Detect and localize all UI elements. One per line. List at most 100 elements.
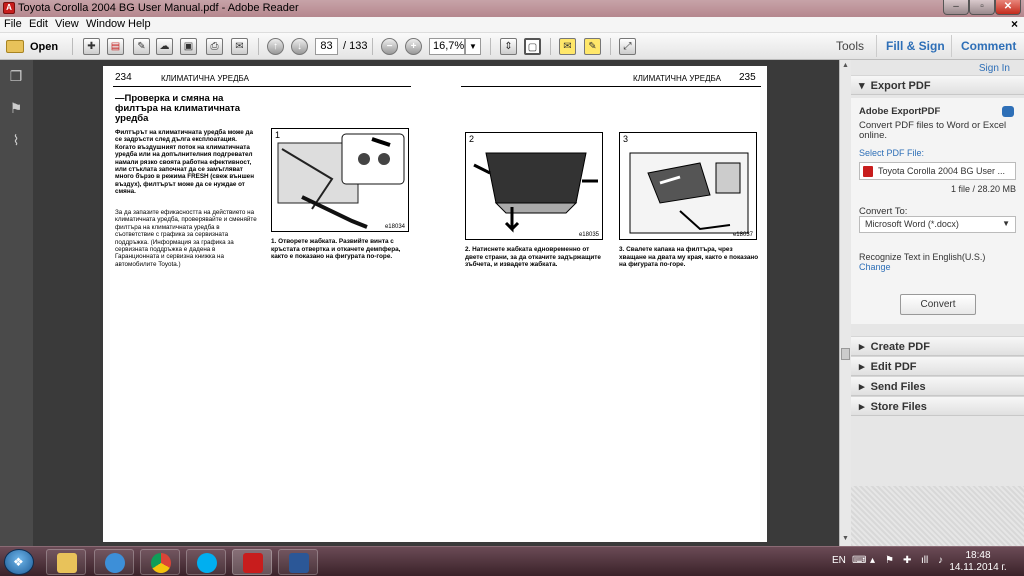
export-pdf-label: Export PDF xyxy=(870,80,931,92)
service-description-2: online. xyxy=(859,130,887,141)
pdf-file-icon xyxy=(863,166,873,177)
internet-explorer-icon xyxy=(105,553,125,573)
tools-pane-button[interactable]: Tools xyxy=(836,39,864,53)
flag-icon[interactable]: ⚑ xyxy=(885,555,894,566)
store-files-header[interactable]: ▸ Store Files xyxy=(851,396,1024,416)
open-button[interactable]: Open xyxy=(6,37,64,56)
comment-button[interactable]: ✉ xyxy=(558,37,577,56)
figure-2-illustration xyxy=(473,152,598,233)
arrow-down-icon: ↓ xyxy=(291,38,308,55)
maximize-button[interactable]: ▫ xyxy=(969,0,995,15)
store-files-label: Store Files xyxy=(870,401,927,413)
menu-file[interactable]: File xyxy=(4,18,22,30)
paragraph: За да запазите ефикасността на действиет… xyxy=(115,209,257,268)
recognize-text-label: Recognize Text in English(U.S.) xyxy=(859,252,986,262)
upload-button[interactable]: ☁ xyxy=(155,37,174,56)
edit-button[interactable]: ✎ xyxy=(132,37,151,56)
selected-file[interactable]: Toyota Corolla 2004 BG User ... xyxy=(859,162,1016,180)
taskbar-word[interactable] xyxy=(278,549,318,575)
export-pdf-button[interactable]: ▤ xyxy=(106,37,125,56)
create-pdf-header[interactable]: ▸ Create PDF xyxy=(851,336,1024,356)
adobe-reader-icon xyxy=(243,553,263,573)
convert-to-value: Microsoft Word (*.docx) xyxy=(865,219,959,229)
page-thumbnails-icon[interactable]: ❐ xyxy=(8,68,24,84)
security-icon[interactable]: ✚ xyxy=(903,555,911,566)
send-files-header[interactable]: ▸ Send Files xyxy=(851,376,1024,396)
page-number: 234 xyxy=(115,72,132,83)
taskbar-ie[interactable] xyxy=(94,549,134,575)
taskbar-skype[interactable] xyxy=(186,549,226,575)
figure-1: 1 e18034 xyxy=(271,128,409,232)
convert-to-select[interactable]: Microsoft Word (*.docx) ▼ xyxy=(859,216,1016,233)
taskbar-adobe-reader[interactable] xyxy=(232,549,272,575)
menu-edit[interactable]: Edit xyxy=(29,18,48,30)
menu-window[interactable]: Window xyxy=(86,18,125,30)
triangle-right-icon: ▸ xyxy=(859,401,865,413)
sign-in-link[interactable]: Sign In xyxy=(979,63,1010,74)
network-icon[interactable]: ıll xyxy=(921,555,928,566)
taskbar-chrome[interactable] xyxy=(140,549,180,575)
close-document-button[interactable]: × xyxy=(1011,17,1018,31)
export-pdf-header[interactable]: ▾ Export PDF xyxy=(851,75,1024,95)
highlight-button[interactable]: ✎ xyxy=(583,37,602,56)
file-info: 1 file / 28.20 MB xyxy=(950,184,1016,194)
figure-code: e18035 xyxy=(578,232,599,238)
file-name: Toyota Corolla 2004 BG User ... xyxy=(878,166,1006,176)
fill-sign-pane-button[interactable]: Fill & Sign xyxy=(886,39,945,53)
start-button[interactable]: ❖ xyxy=(4,549,34,575)
export-pdf-body: Adobe ExportPDF Convert PDF files to Wor… xyxy=(851,98,1024,324)
create-pdf-label: Create PDF xyxy=(870,341,930,353)
zoom-dropdown[interactable]: ▼ xyxy=(465,38,481,55)
page-number-input[interactable]: 83 xyxy=(315,38,338,55)
minimize-button[interactable]: – xyxy=(943,0,969,15)
zoom-in-button[interactable]: + xyxy=(404,37,423,56)
convert-button[interactable]: Convert xyxy=(900,294,976,315)
menu-help[interactable]: Help xyxy=(128,18,151,30)
figure-1-illustration xyxy=(277,133,405,229)
figure-code: e18037 xyxy=(732,232,753,238)
arrow-up-icon: ↑ xyxy=(267,38,284,55)
save-button[interactable]: ▣ xyxy=(179,37,198,56)
adobe-reader-icon: A xyxy=(3,2,15,14)
section-title: —Проверка и смяна на филтъра на климатич… xyxy=(115,93,241,124)
change-link[interactable]: Change xyxy=(859,262,891,272)
taskbar-explorer[interactable] xyxy=(46,549,86,575)
next-page-button[interactable]: ↓ xyxy=(290,37,309,56)
open-label: Open xyxy=(30,40,59,53)
figure-2: 2 e18035 xyxy=(465,132,603,240)
scroll-up-icon[interactable]: ▲ xyxy=(842,62,849,69)
fit-page-button[interactable]: ▢ xyxy=(523,37,542,56)
chrome-icon xyxy=(151,553,171,573)
scroll-thumb[interactable] xyxy=(841,348,850,360)
cloud-upload-icon: ☁ xyxy=(156,38,173,55)
zoom-input[interactable]: 16,7% xyxy=(429,38,465,55)
scrolling-mode-button[interactable]: ⇕ xyxy=(499,37,518,56)
language-indicator[interactable]: EN xyxy=(832,555,846,566)
show-hidden-icons[interactable]: ▴ xyxy=(870,555,875,566)
print-button[interactable]: ⎙ xyxy=(205,37,224,56)
page-header: КЛИМАТИЧНА УРЕДБА xyxy=(633,74,721,83)
keyboard-icon[interactable]: ⌨ xyxy=(852,555,866,566)
triangle-down-icon: ▾ xyxy=(859,80,865,92)
bookmarks-icon[interactable]: ⚑ xyxy=(8,100,24,116)
window-title: Toyota Corolla 2004 BG User Manual.pdf -… xyxy=(18,2,299,14)
menu-view[interactable]: View xyxy=(55,18,79,30)
create-pdf-button[interactable]: ✚ xyxy=(82,37,101,56)
system-clock[interactable]: 18:48 14.11.2014 г. xyxy=(948,550,1008,574)
folder-icon xyxy=(6,40,24,53)
scroll-down-icon[interactable]: ▼ xyxy=(842,535,849,542)
email-button[interactable]: ✉ xyxy=(230,37,249,56)
skype-icon xyxy=(197,553,217,573)
vertical-scrollbar[interactable]: ▲ ▼ xyxy=(839,60,851,546)
close-window-button[interactable]: ✕ xyxy=(995,0,1021,15)
volume-icon[interactable]: ♪ xyxy=(938,555,943,566)
expand-button[interactable]: ⤢ xyxy=(618,37,637,56)
document-view[interactable]: 234 КЛИМАТИЧНА УРЕДБА —Проверка и смяна … xyxy=(33,60,839,546)
windows-logo-icon: ❖ xyxy=(13,555,24,569)
attachments-icon[interactable]: ⌇ xyxy=(8,132,24,148)
comment-pane-button[interactable]: Comment xyxy=(961,39,1016,53)
page-235: КЛИМАТИЧНА УРЕДБА 235 2 e18035 2. Натисн… xyxy=(437,66,767,542)
zoom-out-button[interactable]: − xyxy=(380,37,399,56)
edit-pdf-header[interactable]: ▸ Edit PDF xyxy=(851,356,1024,376)
previous-page-button[interactable]: ↑ xyxy=(266,37,285,56)
